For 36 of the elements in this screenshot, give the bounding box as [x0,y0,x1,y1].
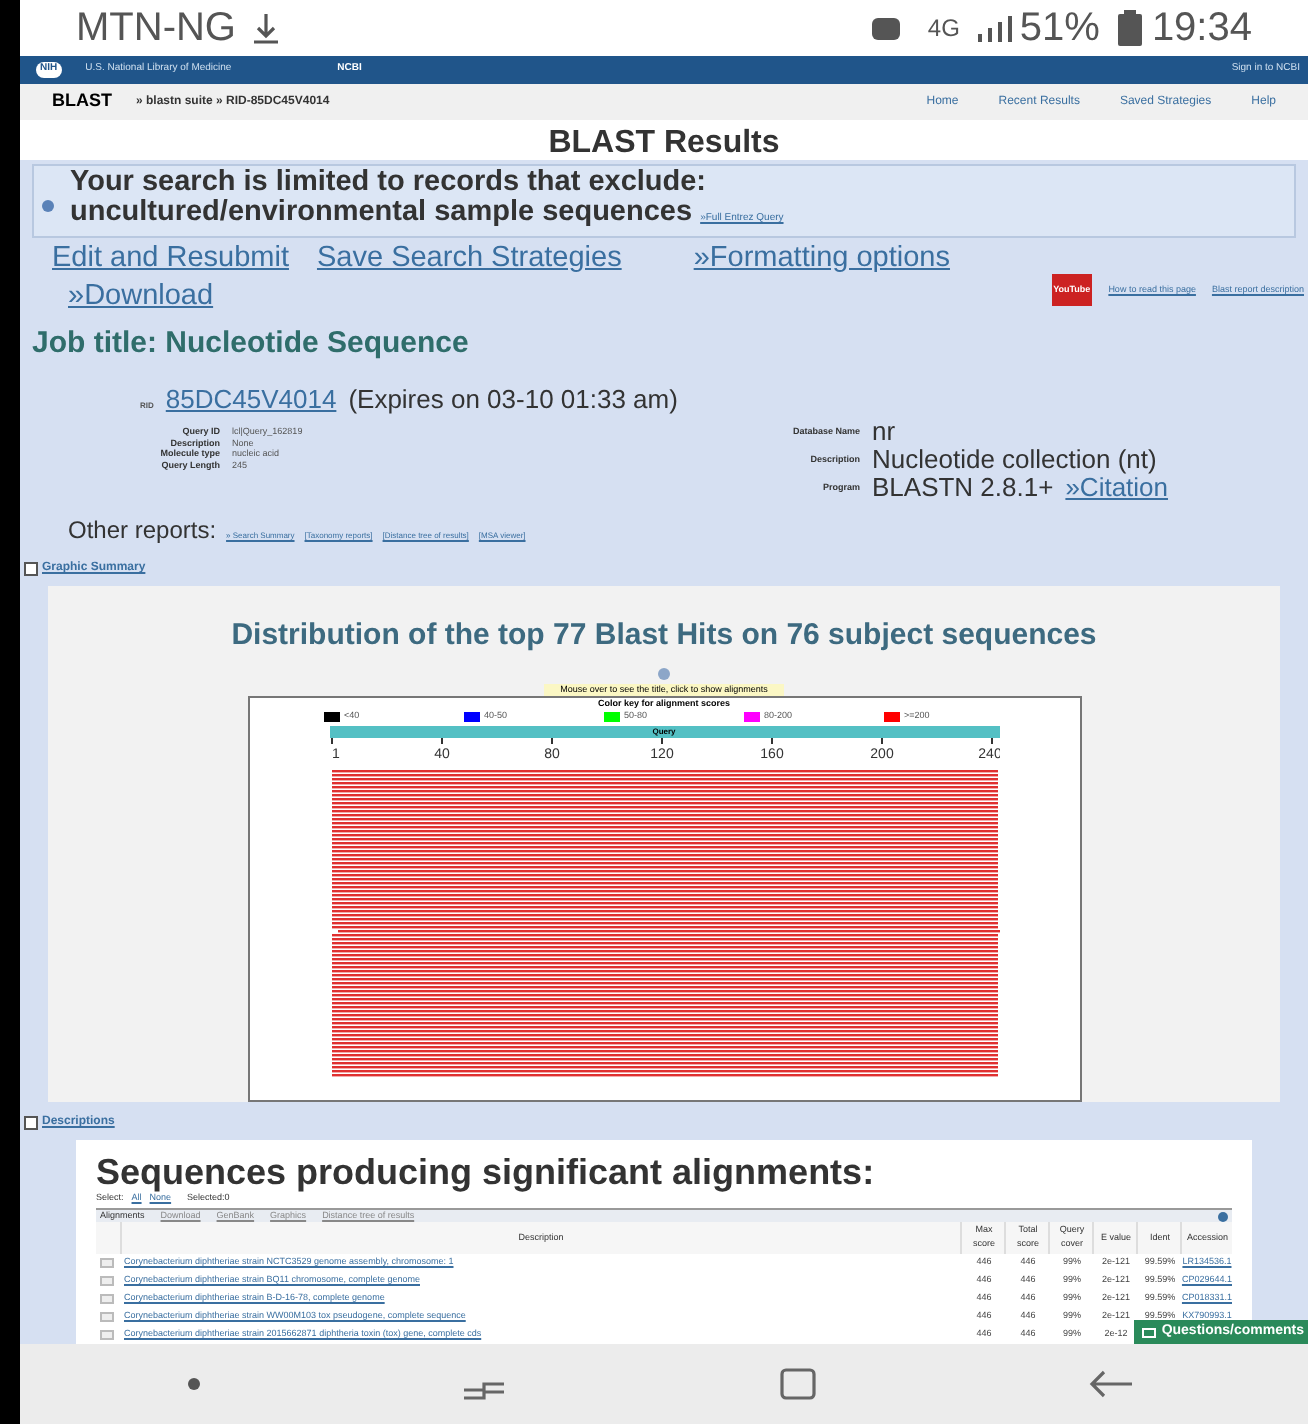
battery-icon [1115,10,1144,46]
row-checkbox[interactable] [100,1312,114,1322]
chart-title: Distribution of the top 77 Blast Hits on 76 subject sequences [231,616,1097,657]
action-link[interactable]: »Download [68,280,214,312]
page-title: BLAST Results [20,120,1308,160]
battery-percent: 51% [1019,4,1100,54]
rid-link[interactable]: 85DC45V4014 [165,379,337,418]
row-checkbox[interactable] [100,1330,114,1340]
checkbox-column-header[interactable] [96,1222,120,1254]
field-value: Nucleotide collection (nt) [872,446,1157,474]
settings-icon[interactable] [1218,1211,1228,1221]
blast-logo: BLAST [52,88,112,115]
comment-icon [1141,1327,1156,1337]
field-value: nr [872,418,896,446]
carrier-name: MTN-NG [76,4,236,54]
row-checkbox[interactable] [100,1276,114,1286]
field-value: BLASTN 2.8.1+ [872,474,1054,502]
action-link[interactable]: »Formatting options [693,242,950,274]
citation-link[interactable]: »Citation [1065,474,1169,502]
network-type: 4G [927,12,960,46]
signal-icon [975,14,1012,42]
info-icon [658,667,670,680]
row-checkbox[interactable] [100,1294,114,1304]
collapse-icon[interactable] [24,1116,38,1131]
collapse-icon[interactable] [24,562,38,577]
download-icon [251,12,280,44]
alignment-hits-drawing[interactable] [331,770,999,1077]
row-checkbox[interactable] [100,1258,114,1268]
action-link[interactable]: Edit and Resubmit [52,242,289,274]
other-reports-label: Other reports: [68,514,217,549]
expiry-text: (Expires on 03-10 01:33 am) [348,381,678,418]
info-icon [42,200,54,212]
section-title: Sequences producing significant alignments: [96,1152,877,1193]
action-link[interactable]: Save Search Strategies [316,242,622,274]
job-title: Job title: Nucleotide Sequence [30,324,471,364]
clock-time: 19:34 [1151,4,1252,54]
